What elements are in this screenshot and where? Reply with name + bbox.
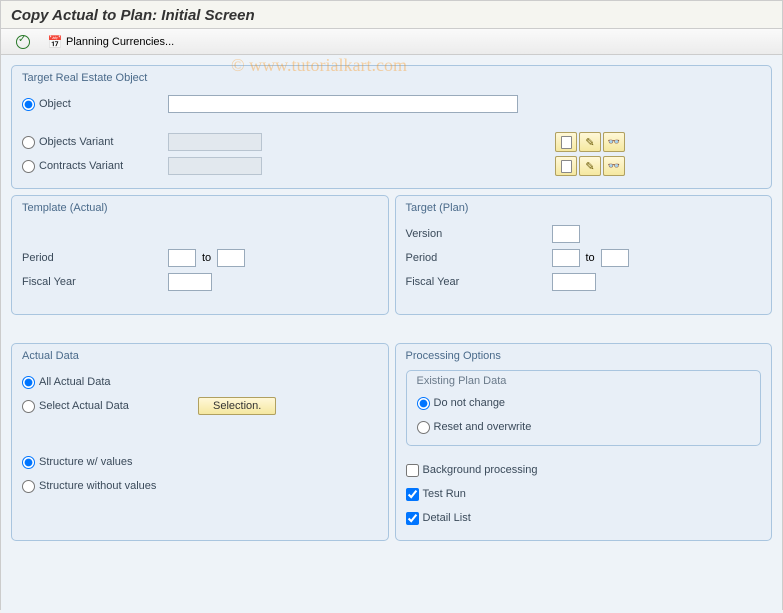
group-title-template-actual: Template (Actual) [22,200,378,222]
execute-icon [16,35,30,49]
radio-object-input[interactable] [22,98,35,111]
target-period-from[interactable] [552,249,580,267]
radio-struct-without-label: Structure without values [39,480,156,492]
page-title: Copy Actual to Plan: Initial Screen [11,7,772,24]
radio-all-actual-label: All Actual Data [39,376,111,388]
radio-no-change-input[interactable] [417,397,430,410]
check-test-run-input[interactable] [406,488,419,501]
check-detail-list-input[interactable] [406,512,419,525]
radio-struct-without[interactable]: Structure without values [22,480,156,493]
target-fy-input[interactable] [552,273,596,291]
radio-select-actual-input[interactable] [22,400,35,413]
group-processing-options: Processing Options Existing Plan Data Do… [395,343,773,541]
objects-variant-create-button[interactable] [555,132,577,152]
radio-no-change[interactable]: Do not change [417,397,506,410]
group-title-target-reo: Target Real Estate Object [22,70,761,92]
radio-struct-with[interactable]: Structure w/ values [22,456,133,469]
radio-reset-input[interactable] [417,421,430,434]
group-title-processing: Processing Options [406,348,762,370]
planning-currencies-label: Planning Currencies... [66,36,174,48]
template-period-to[interactable] [217,249,245,267]
check-test-run-label: Test Run [423,488,466,500]
radio-select-actual-label: Select Actual Data [39,400,129,412]
radio-objects-variant[interactable]: Objects Variant [22,136,162,149]
title-bar: Copy Actual to Plan: Initial Screen [1,1,782,29]
radio-select-actual[interactable]: Select Actual Data [22,400,192,413]
radio-no-change-label: Do not change [434,397,506,409]
objects-variant-edit-button[interactable] [579,132,601,152]
check-detail-list-label: Detail List [423,512,471,524]
target-period-to[interactable] [601,249,629,267]
radio-contracts-variant-input[interactable] [22,160,35,173]
subgroup-existing-plan: Existing Plan Data Do not change Reset a… [406,370,762,446]
radio-objects-variant-input[interactable] [22,136,35,149]
radio-object[interactable]: Object [22,98,162,111]
template-period-from[interactable] [168,249,196,267]
template-fy-input[interactable] [168,273,212,291]
radio-struct-with-label: Structure w/ values [39,456,133,468]
calendar-icon: 📅 [48,35,62,49]
radio-all-actual-input[interactable] [22,376,35,389]
group-target-reo: Target Real Estate Object Object Objects… [11,65,772,189]
target-period-label: Period [406,252,546,264]
check-background[interactable]: Background processing [406,464,538,477]
target-period-to-label: to [586,252,595,264]
check-background-label: Background processing [423,464,538,476]
template-period-label: Period [22,252,162,264]
check-test-run[interactable]: Test Run [406,488,466,501]
template-fy-label: Fiscal Year [22,276,162,288]
target-version-label: Version [406,228,546,240]
group-template-actual: Template (Actual) Period to Fiscal Year [11,195,389,315]
radio-object-label: Object [39,98,71,110]
target-fy-label: Fiscal Year [406,276,546,288]
contracts-variant-edit-button[interactable] [579,156,601,176]
contracts-variant-create-button[interactable] [555,156,577,176]
objects-variant-input [168,133,262,151]
radio-contracts-variant-label: Contracts Variant [39,160,123,172]
template-period-to-label: to [202,252,211,264]
radio-objects-variant-label: Objects Variant [39,136,113,148]
check-detail-list[interactable]: Detail List [406,512,471,525]
radio-reset[interactable]: Reset and overwrite [417,421,532,434]
radio-all-actual[interactable]: All Actual Data [22,376,111,389]
radio-reset-label: Reset and overwrite [434,421,532,433]
group-actual-data: Actual Data All Actual Data Select Actua… [11,343,389,541]
content: © www.tutorialkart.com Target Real Estat… [1,55,782,613]
subgroup-title-existing: Existing Plan Data [417,373,751,391]
objects-variant-actions [555,132,625,152]
toolbar: 📅 Planning Currencies... [1,29,782,55]
radio-struct-without-input[interactable] [22,480,35,493]
group-target-plan: Target (Plan) Version Period to Fiscal Y… [395,195,773,315]
radio-contracts-variant[interactable]: Contracts Variant [22,160,162,173]
execute-button[interactable] [9,32,37,52]
group-title-actual-data: Actual Data [22,348,378,370]
target-version-input[interactable] [552,225,580,243]
group-title-target-plan: Target (Plan) [406,200,762,222]
contracts-variant-display-button[interactable] [603,156,625,176]
check-background-input[interactable] [406,464,419,477]
contracts-variant-input [168,157,262,175]
radio-struct-with-input[interactable] [22,456,35,469]
object-input[interactable] [168,95,518,113]
selection-button[interactable]: Selection. [198,397,276,415]
objects-variant-display-button[interactable] [603,132,625,152]
contracts-variant-actions [555,156,625,176]
planning-currencies-button[interactable]: 📅 Planning Currencies... [41,32,181,52]
